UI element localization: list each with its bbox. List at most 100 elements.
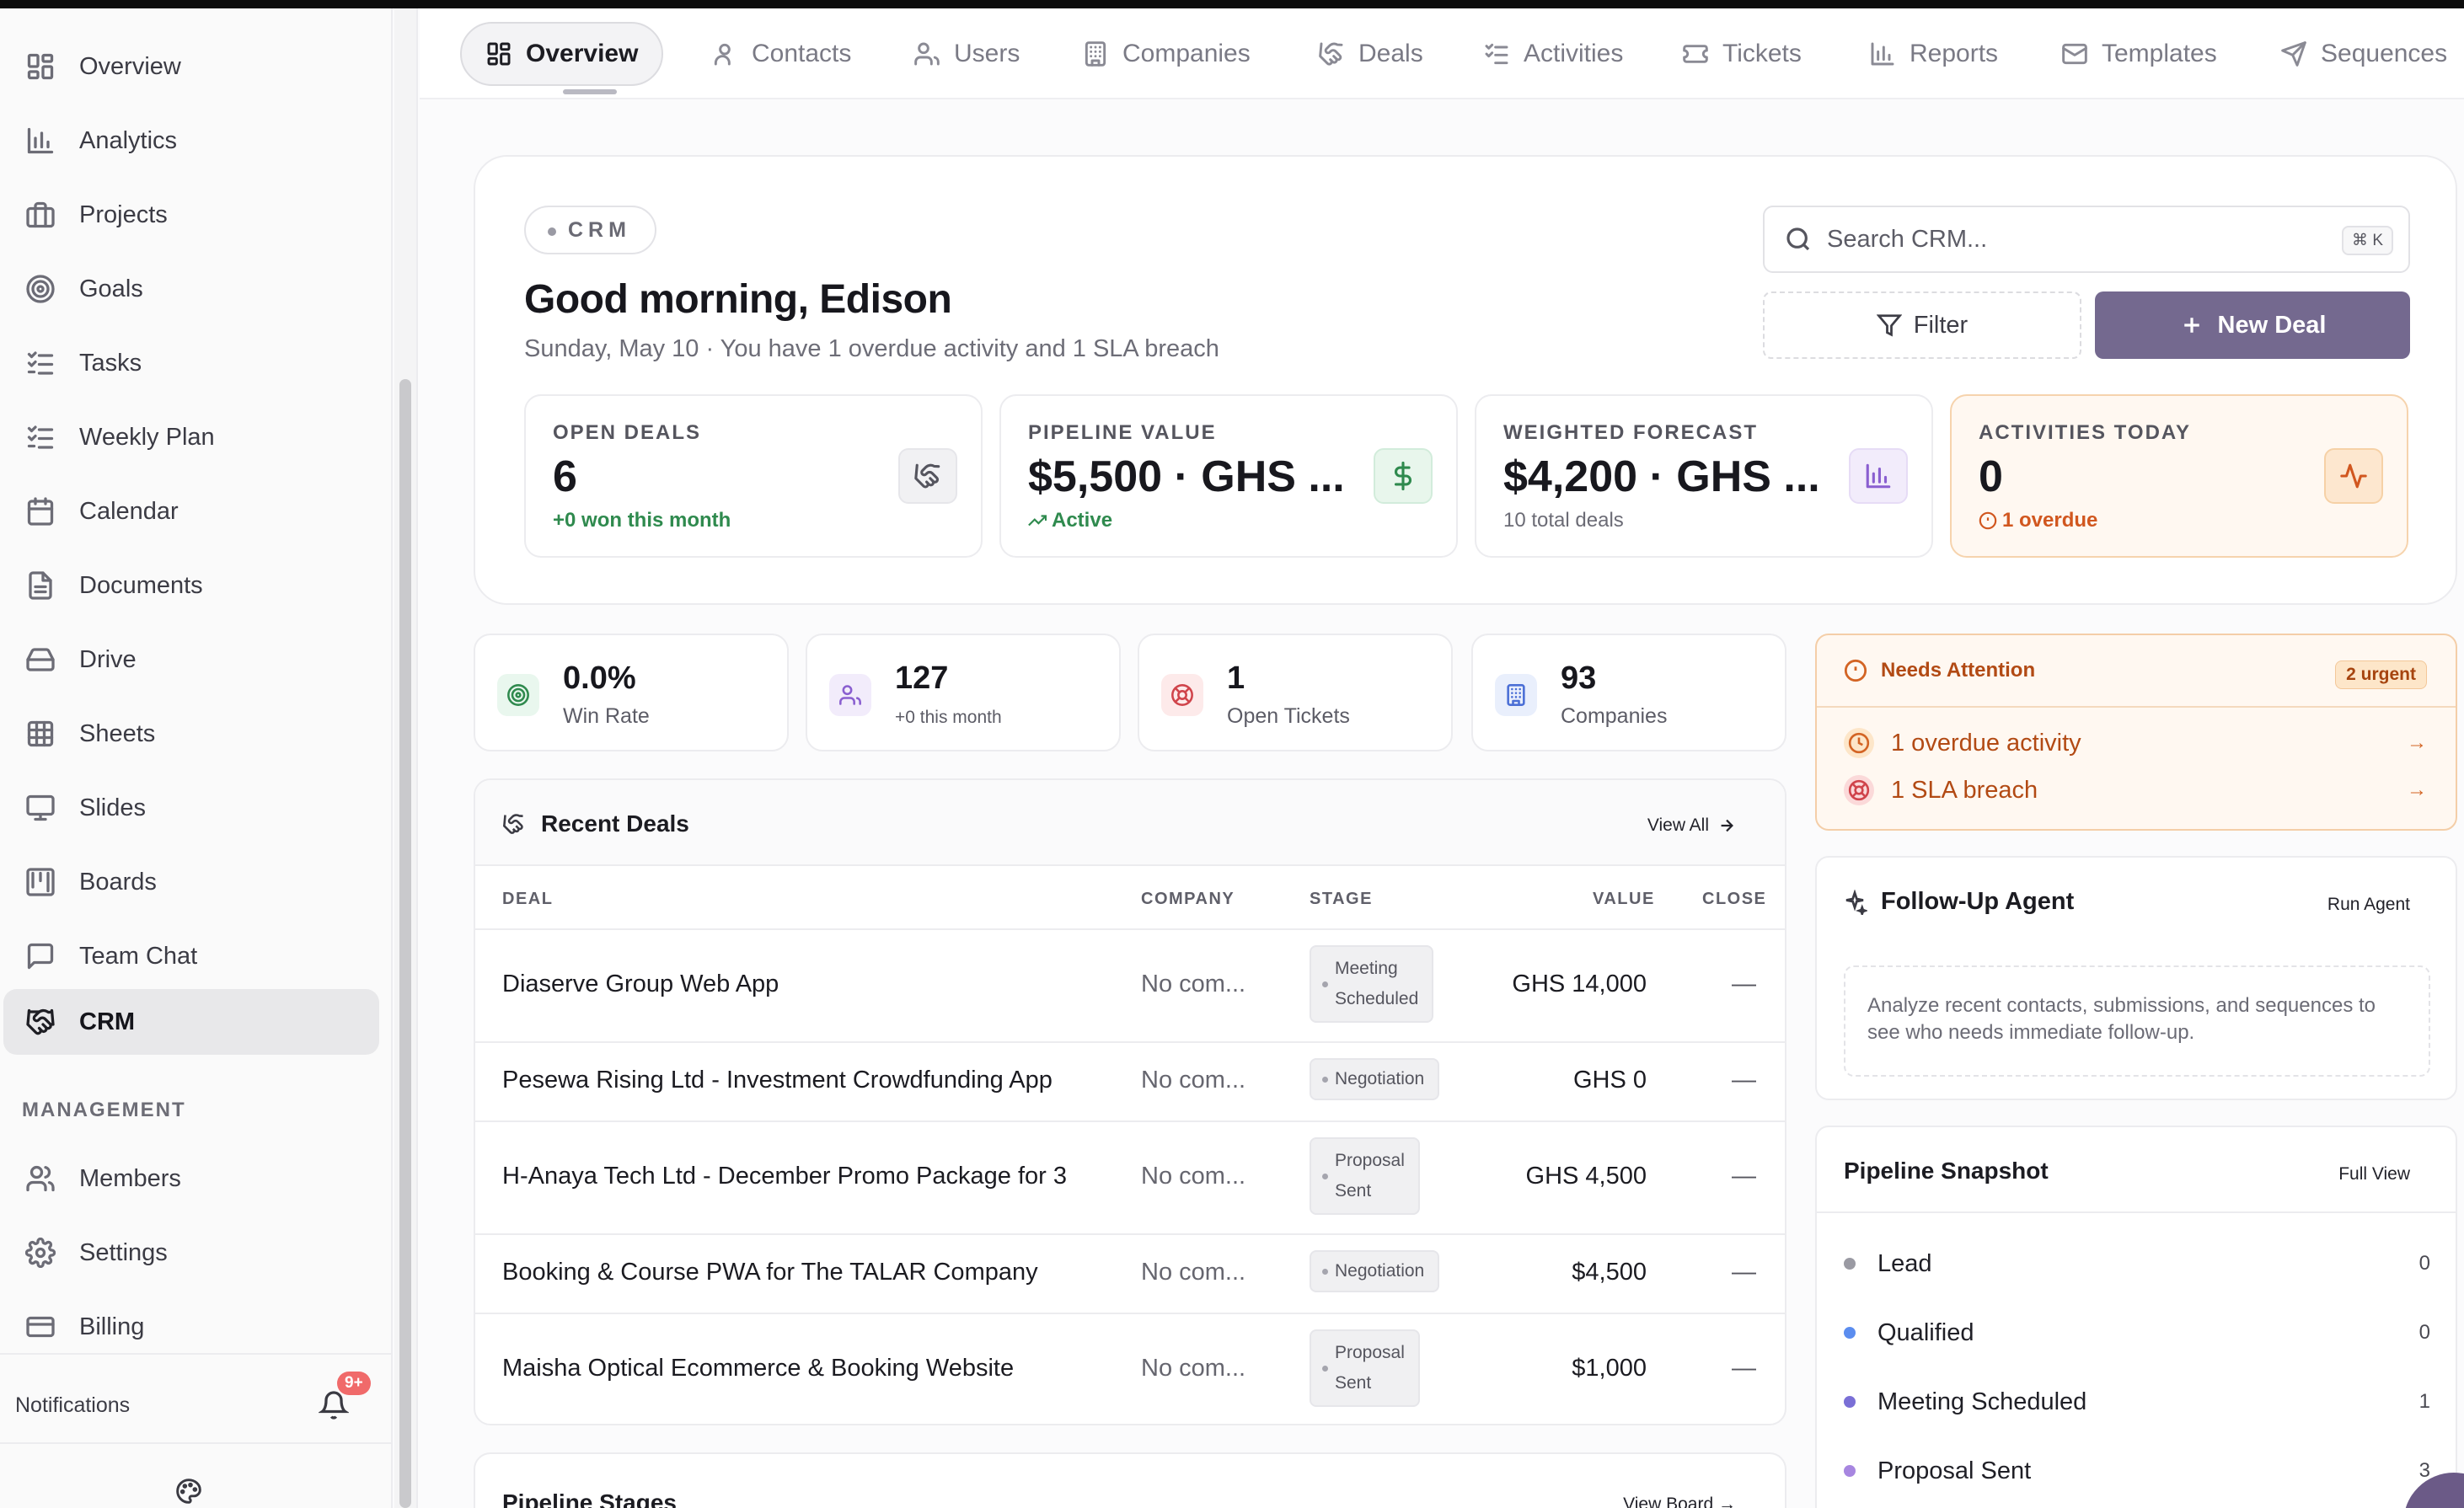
view-board-link[interactable]: View Board →	[1623, 1495, 1736, 1508]
column-header-close[interactable]: CLOSE	[1702, 890, 1766, 909]
target-icon	[24, 272, 57, 306]
stage-dot	[1844, 1465, 1856, 1477]
stage-dot	[1844, 1327, 1856, 1339]
needs-attention-header: Needs Attention 2 urgent	[1817, 635, 2456, 708]
sidebar-item-slides[interactable]: Slides	[3, 775, 379, 841]
tab-users[interactable]: Users	[890, 22, 1043, 86]
table-row[interactable]: H-Anaya Tech Ltd - December Promo Packag…	[475, 1120, 1785, 1233]
crm-pill: CRM	[524, 206, 656, 254]
column-header-company[interactable]: COMPANY	[1141, 890, 1235, 909]
sidebar-item-label: Sheets	[79, 719, 156, 747]
stat-card-weighted-forecast[interactable]: WEIGHTED FORECAST $4,200 · GHS ... 10 to…	[1475, 394, 1933, 558]
column-header-deal[interactable]: DEAL	[502, 890, 553, 909]
needs-attention-title: Needs Attention	[1881, 659, 2036, 682]
plus-icon	[2183, 318, 2199, 333]
tab-deals[interactable]: Deals	[1294, 22, 1447, 86]
table-row[interactable]: Diaserve Group Web App No com... Meeting…	[475, 928, 1785, 1041]
table-row[interactable]: Maisha Optical Ecommerce & Booking Websi…	[475, 1313, 1785, 1424]
sidebar-item-boards[interactable]: Boards	[3, 849, 379, 915]
sidebar-item-overview[interactable]: Overview	[3, 34, 379, 99]
view-all-link[interactable]: View All	[1647, 815, 1736, 836]
clock-icon	[1844, 728, 1874, 758]
snapshot-row-qualified[interactable]: Qualified 0	[1844, 1316, 2434, 1350]
attention-item-sla[interactable]: 1 SLA breach	[1844, 775, 2038, 805]
document-icon	[24, 569, 57, 602]
sidebar-item-sheets[interactable]: Sheets	[3, 701, 379, 767]
tab-overview[interactable]: Overview	[460, 22, 664, 86]
mini-stat-companies[interactable]: 93 Companies	[1471, 634, 1786, 751]
life-buoy-icon	[1161, 674, 1203, 716]
sidebar-item-tasks[interactable]: Tasks	[3, 330, 379, 396]
tab-companies[interactable]: Companies	[1058, 22, 1274, 86]
calendar-icon	[24, 495, 57, 528]
palette-icon[interactable]	[175, 1478, 206, 1508]
search-input[interactable]	[1827, 225, 2316, 254]
sidebar-item-documents[interactable]: Documents	[3, 553, 379, 618]
sidebar-item-members[interactable]: Members	[3, 1146, 379, 1211]
alert-circle-icon	[1979, 511, 1997, 530]
table-row[interactable]: Booking & Course PWA for The TALAR Compa…	[475, 1233, 1785, 1313]
sidebar-scrollbar-thumb[interactable]	[399, 379, 411, 1508]
sidebar-item-goals[interactable]: Goals	[3, 256, 379, 322]
full-view-link[interactable]: Full View	[2338, 1164, 2410, 1184]
sidebar-item-crm[interactable]: CRM	[3, 989, 379, 1055]
chat-icon	[24, 939, 57, 973]
sidebar-item-drive[interactable]: Drive	[3, 627, 379, 693]
attention-item-overdue[interactable]: 1 overdue activity	[1844, 728, 2081, 758]
arrow-right-icon[interactable]: →	[2407, 731, 2427, 755]
table-row[interactable]: Pesewa Rising Ltd - Investment Crowdfund…	[475, 1041, 1785, 1120]
trending-up-icon	[1028, 515, 1047, 527]
tab-templates[interactable]: Templates	[2038, 22, 2241, 86]
bell-icon[interactable]	[318, 1390, 352, 1424]
pipeline-snapshot-card: Pipeline Snapshot Full View Lead 0 Quali…	[1815, 1126, 2457, 1508]
crm-hero-card: CRM Good morning, Edison Sunday, May 10 …	[474, 155, 2457, 605]
window-top-edge	[0, 0, 2464, 8]
stat-card-open-deals[interactable]: OPEN DEALS 6 +0 won this month	[524, 394, 983, 558]
stage-dot	[1844, 1258, 1856, 1270]
sidebar-item-settings[interactable]: Settings	[3, 1220, 379, 1286]
new-deal-button[interactable]: New Deal	[2095, 291, 2410, 359]
filter-icon	[1876, 314, 1902, 337]
sidebar-item-label: Billing	[79, 1313, 145, 1340]
sidebar-item-billing[interactable]: Billing	[3, 1294, 379, 1360]
snapshot-row-meeting-scheduled[interactable]: Meeting Scheduled 1	[1844, 1385, 2434, 1419]
bar-chart-icon	[24, 124, 57, 158]
snapshot-row-proposal-sent[interactable]: Proposal Sent 3	[1844, 1454, 2434, 1488]
column-header-stage[interactable]: STAGE	[1310, 890, 1373, 909]
tab-activities[interactable]: Activities	[1460, 22, 1647, 86]
urgent-badge: 2 urgent	[2335, 660, 2427, 689]
sidebar-item-label: Goals	[79, 275, 143, 302]
arrow-right-icon	[1721, 819, 1733, 832]
sidebar-item-team-chat[interactable]: Team Chat	[3, 923, 379, 989]
tab-tickets[interactable]: Tickets	[1658, 22, 1825, 86]
notifications-label[interactable]: Notifications	[15, 1393, 130, 1418]
mini-stat-contacts[interactable]: 127 +0 this month	[806, 634, 1121, 751]
mini-stat-open-tickets[interactable]: 1 Open Tickets	[1138, 634, 1453, 751]
pipeline-snapshot-header: Pipeline Snapshot Full View	[1817, 1127, 2456, 1213]
arrow-right-icon[interactable]: →	[2407, 778, 2427, 802]
filter-button[interactable]: Filter	[1763, 291, 2081, 359]
top-tabs: Overview Contacts Users Companies Deals …	[420, 8, 2464, 99]
life-buoy-icon	[1844, 775, 1874, 805]
drive-icon	[24, 643, 57, 676]
stat-card-pipeline-value[interactable]: PIPELINE VALUE $5,500 · GHS ... Active	[999, 394, 1458, 558]
sidebar-item-calendar[interactable]: Calendar	[3, 479, 379, 544]
sidebar-item-weekly-plan[interactable]: Weekly Plan	[3, 404, 379, 470]
tab-reports[interactable]: Reports	[1845, 22, 2022, 86]
follow-up-agent-card: Follow-Up Agent Run Agent Analyze recent…	[1815, 856, 2457, 1100]
sidebar-item-analytics[interactable]: Analytics	[3, 108, 379, 174]
mini-stat-win-rate[interactable]: 0.0% Win Rate	[474, 634, 789, 751]
sidebar: Overview Analytics Projects Goals Tasks …	[0, 8, 393, 1508]
active-tab-indicator	[563, 89, 617, 94]
sidebar-item-projects[interactable]: Projects	[3, 182, 379, 248]
search-bar[interactable]: ⌘ K	[1763, 206, 2410, 273]
stage-badge: Proposal Sent	[1310, 1137, 1420, 1215]
run-agent-button[interactable]: Run Agent	[2327, 895, 2410, 915]
tab-sequences[interactable]: Sequences	[2257, 22, 2464, 86]
mail-icon	[2062, 43, 2087, 65]
tab-contacts[interactable]: Contacts	[688, 22, 875, 86]
column-header-value[interactable]: VALUE	[1593, 890, 1655, 909]
stat-card-activities-today[interactable]: ACTIVITIES TODAY 0 1 overdue	[1950, 394, 2408, 558]
snapshot-row-lead[interactable]: Lead 0	[1844, 1247, 2434, 1281]
user-icon	[714, 43, 731, 66]
